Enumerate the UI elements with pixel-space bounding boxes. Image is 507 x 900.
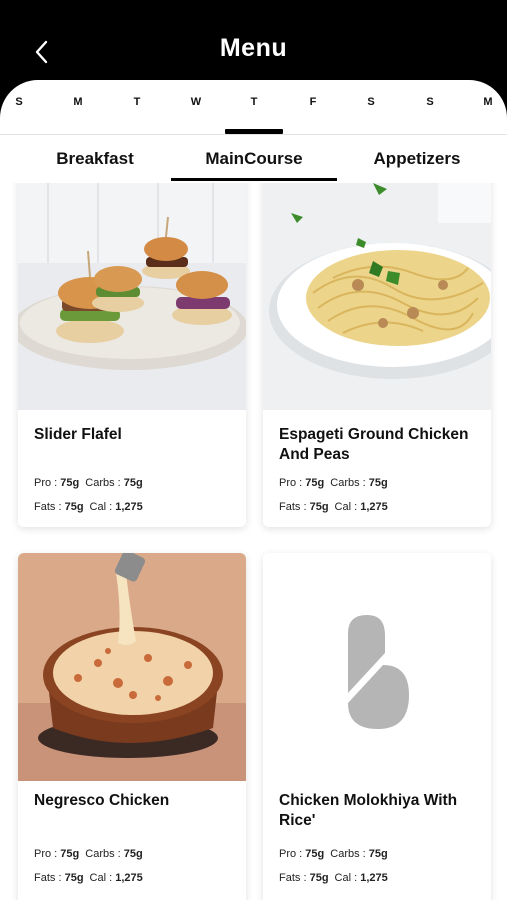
carbs-value: 75g — [123, 477, 143, 489]
macro-row-pro-carbs: Pro : 75g Carbs : 75g — [279, 848, 388, 860]
carbs-value: 75g — [368, 848, 388, 860]
page-title: Menu — [219, 34, 288, 62]
pro-value: 75g — [305, 848, 325, 860]
cal-value: 1,275 — [360, 501, 388, 513]
menu-item-card[interactable]: Chicken Molokhiya With Rice' Pro : 75g Ca… — [263, 553, 491, 900]
day-item[interactable]: F — [303, 96, 323, 108]
menu-grid: Slider Flafel Pro : 75g Carbs : 75g Fats … — [0, 183, 507, 900]
carbs-label: Carbs : — [330, 848, 366, 860]
day-item[interactable]: S — [361, 96, 381, 108]
fats-value: 75g — [64, 501, 84, 513]
carbs-value: 75g — [368, 477, 388, 489]
macro-row-pro-carbs: Pro : 75g Carbs : 75g — [34, 477, 143, 489]
sliders-photo — [18, 183, 246, 410]
cal-value: 1,275 — [360, 872, 388, 884]
fats-value: 75g — [309, 872, 329, 884]
pro-value: 75g — [60, 477, 80, 489]
carbs-label: Carbs : — [85, 848, 121, 860]
cal-value: 1,275 — [115, 501, 143, 513]
menu-item-name: Espageti Ground Chicken And Peas — [279, 426, 469, 463]
macro-row-pro-carbs: Pro : 75g Carbs : 75g — [34, 848, 143, 860]
fats-label: Fats : — [34, 501, 62, 513]
pro-label: Pro : — [279, 848, 303, 860]
tab-breakfast[interactable]: Breakfast — [35, 149, 155, 169]
macro-row-pro-carbs: Pro : 75g Carbs : 75g — [279, 477, 388, 489]
day-item[interactable]: T — [127, 96, 147, 108]
category-tabs: Breakfast MainCourse Appetizers — [0, 135, 507, 183]
cal-label: Cal : — [334, 872, 358, 884]
carbs-label: Carbs : — [85, 477, 121, 489]
pro-label: Pro : — [279, 477, 303, 489]
menu-item-name: Negresco Chicken — [34, 792, 170, 809]
cal-label: Cal : — [89, 501, 113, 513]
pro-label: Pro : — [34, 848, 58, 860]
menu-item-card[interactable]: Espageti Ground Chicken And Peas Pro : 7… — [263, 183, 491, 527]
menu-item-name: Slider Flafel — [34, 426, 122, 443]
pro-value: 75g — [60, 848, 80, 860]
day-item[interactable]: M — [478, 96, 498, 108]
menu-item-card[interactable]: Slider Flafel Pro : 75g Carbs : 75g Fats … — [18, 183, 246, 527]
day-selector: S M T W T F S S M — [0, 80, 507, 135]
macro-row-fats-cal: Fats : 75g Cal : 1,275 — [34, 501, 143, 513]
selected-tab-underline — [171, 178, 337, 181]
menu-item-card[interactable]: Negresco Chicken Pro : 75g Carbs : 75g Fa… — [18, 553, 246, 900]
cal-label: Cal : — [334, 501, 358, 513]
day-item-selected[interactable]: T — [244, 96, 264, 108]
cal-label: Cal : — [89, 872, 113, 884]
negresco-photo — [18, 553, 246, 781]
macro-row-fats-cal: Fats : 75g Cal : 1,275 — [34, 872, 143, 884]
pro-value: 75g — [305, 477, 325, 489]
fats-value: 75g — [309, 501, 329, 513]
day-item[interactable]: M — [68, 96, 88, 108]
macro-row-fats-cal: Fats : 75g Cal : 1,275 — [279, 501, 388, 513]
fats-label: Fats : — [279, 872, 307, 884]
fats-label: Fats : — [34, 872, 62, 884]
day-item[interactable]: S — [420, 96, 440, 108]
pro-label: Pro : — [34, 477, 58, 489]
day-item[interactable]: W — [186, 96, 206, 108]
placeholder-logo — [263, 553, 491, 781]
spaghetti-photo — [263, 183, 491, 410]
fats-label: Fats : — [279, 501, 307, 513]
fats-value: 75g — [64, 872, 84, 884]
tab-appetizers[interactable]: Appetizers — [352, 149, 482, 169]
day-item[interactable]: S — [9, 96, 29, 108]
carbs-label: Carbs : — [330, 477, 366, 489]
carbs-value: 75g — [123, 848, 143, 860]
selected-day-indicator — [225, 129, 283, 134]
macro-row-fats-cal: Fats : 75g Cal : 1,275 — [279, 872, 388, 884]
cal-value: 1,275 — [115, 872, 143, 884]
menu-item-name: Chicken Molokhiya With Rice' — [279, 792, 458, 829]
tab-maincourse[interactable]: MainCourse — [171, 149, 337, 169]
